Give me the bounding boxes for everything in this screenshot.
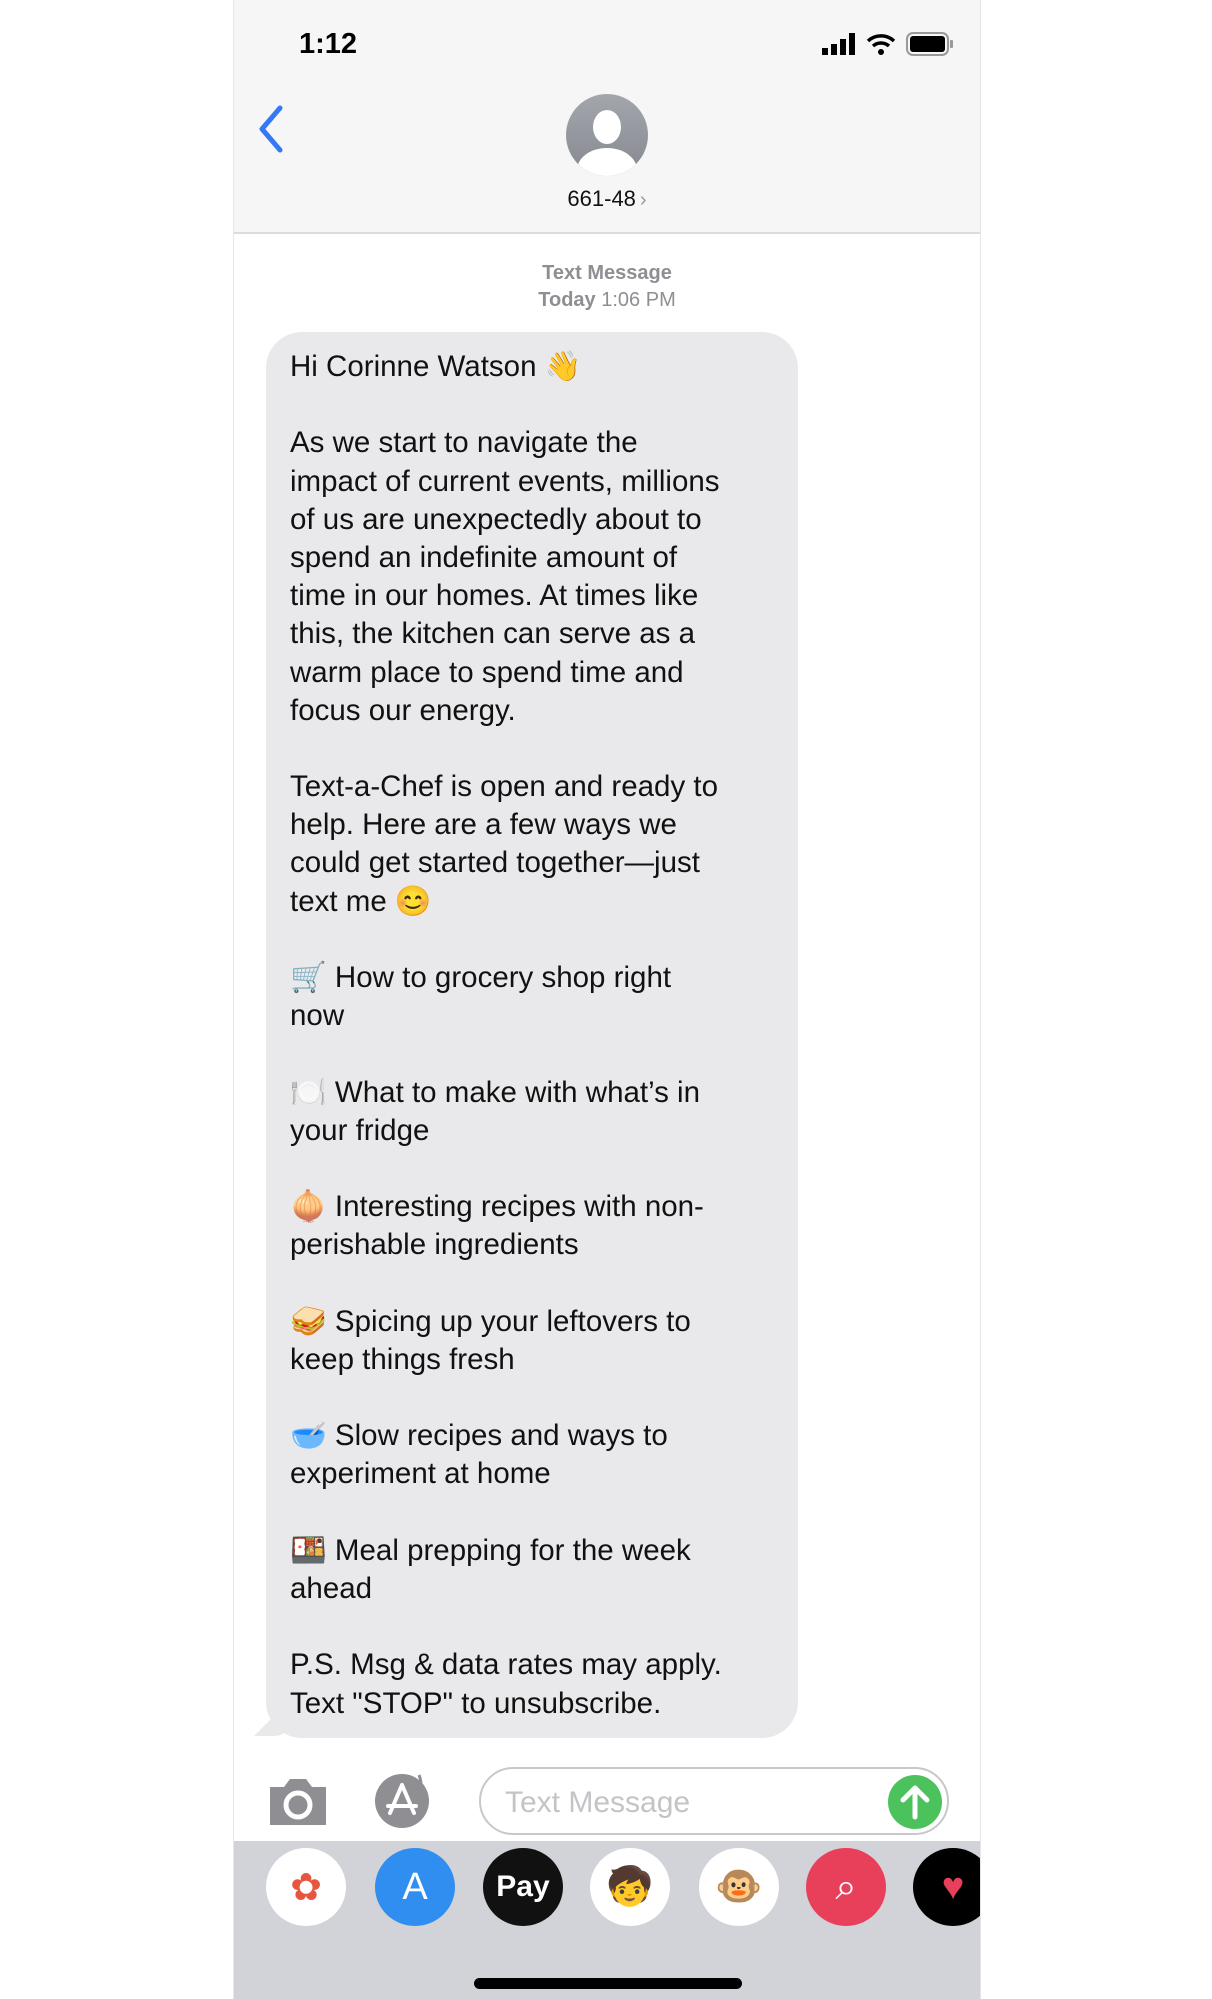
message-timestamp: Text Message Today 1:06 PM bbox=[234, 260, 980, 314]
message-line: now bbox=[290, 999, 345, 1033]
message-line: help. Here are a few ways we bbox=[290, 808, 677, 842]
message-line: warm place to spend time and bbox=[290, 655, 684, 689]
drawer-app-digital-touch[interactable]: ♥ bbox=[913, 1848, 980, 1926]
message-line: 🥪 Spicing up your leftovers to bbox=[290, 1304, 691, 1338]
memoji-icon: 🧒 bbox=[606, 1866, 654, 1908]
drawer-app-apple-pay[interactable]: Pay bbox=[483, 1848, 563, 1926]
service-label: Text Message bbox=[542, 262, 672, 284]
contact-name-button[interactable]: 661-48 › bbox=[234, 186, 980, 212]
composer: Text Message bbox=[234, 1765, 980, 1837]
app-drawer: ✿ A Pay 🧒 🐵 ⌕ ♥ bbox=[234, 1841, 980, 1999]
message-line: Text-a-Chef is open and ready to bbox=[290, 770, 718, 804]
apple-pay-icon: Pay bbox=[496, 1870, 550, 1903]
send-button[interactable] bbox=[888, 1775, 942, 1829]
message-line: 🧅 Interesting recipes with non- bbox=[290, 1190, 704, 1224]
message-line: keep things fresh bbox=[290, 1342, 515, 1376]
message-bubble[interactable]: Hi Corinne Watson 👋 As we start to naviga… bbox=[266, 332, 798, 1738]
message-line: this, the kitchen can serve as a bbox=[290, 617, 696, 651]
message-line: your fridge bbox=[290, 1113, 430, 1147]
person-icon bbox=[577, 110, 637, 176]
drawer-app-app-store[interactable]: A bbox=[375, 1848, 455, 1926]
search-images-icon: ⌕ bbox=[835, 1865, 857, 1908]
message-line: could get started together—just bbox=[290, 846, 700, 880]
drawer-app-search-images[interactable]: ⌕ bbox=[806, 1848, 886, 1926]
message-line: Hi Corinne Watson 👋 bbox=[290, 350, 582, 383]
digital-touch-icon: ♥ bbox=[941, 1865, 965, 1908]
message-line: ahead bbox=[290, 1572, 373, 1605]
battery-icon bbox=[906, 32, 953, 56]
signal-icon bbox=[822, 33, 855, 55]
timestamp-day: Today bbox=[538, 289, 596, 311]
conversation-header: 1:12 661-48 › bbox=[234, 0, 980, 234]
message-line: of us are unexpectedly about to bbox=[290, 502, 702, 536]
message-input-placeholder: Text Message bbox=[505, 1786, 691, 1819]
message-line: text me 😊 bbox=[290, 884, 432, 918]
chevron-left-icon bbox=[259, 105, 283, 153]
message-line: 🛒 How to grocery shop right bbox=[290, 961, 672, 994]
timestamp-time: 1:06 PM bbox=[601, 289, 676, 311]
drawer-app-animoji[interactable]: 🐵 bbox=[699, 1848, 779, 1926]
message-line: Text "STOP" to unsubscribe. bbox=[290, 1686, 662, 1720]
photos-icon: ✿ bbox=[290, 1866, 322, 1909]
status-time: 1:12 bbox=[299, 28, 358, 60]
animoji-icon: 🐵 bbox=[715, 1866, 763, 1908]
drawer-app-memoji[interactable]: 🧒 bbox=[590, 1848, 670, 1926]
message-line: 🍽️ What to make with what’s in bbox=[290, 1075, 701, 1109]
message-line: time in our homes. At times like bbox=[290, 579, 699, 613]
message-input[interactable]: Text Message bbox=[479, 1767, 949, 1835]
messages-screen: 1:12 661-48 › Text Message Today 1:06 PM … bbox=[233, 0, 981, 1999]
camera-icon bbox=[270, 1779, 326, 1825]
home-indicator[interactable] bbox=[474, 1978, 742, 1989]
message-line: perishable ingredients bbox=[290, 1228, 579, 1262]
back-button[interactable] bbox=[256, 104, 286, 159]
app-store-icon bbox=[375, 1774, 429, 1828]
message-line: focus our energy. bbox=[290, 693, 516, 727]
avatar[interactable] bbox=[566, 94, 648, 176]
wifi-icon bbox=[866, 34, 896, 55]
app-store-icon: A bbox=[402, 1865, 428, 1908]
drawer-app-photos[interactable]: ✿ bbox=[266, 1848, 346, 1926]
message-line: experiment at home bbox=[290, 1457, 551, 1491]
chevron-right-icon: › bbox=[639, 189, 647, 211]
app-store-button[interactable] bbox=[374, 1773, 446, 1834]
camera-button[interactable] bbox=[266, 1773, 330, 1834]
status-icons bbox=[822, 32, 954, 56]
message-line: impact of current events, millions bbox=[290, 464, 720, 498]
message-line: P.S. Msg & data rates may apply. bbox=[290, 1648, 722, 1682]
message-line: 🥣 Slow recipes and ways to bbox=[290, 1419, 668, 1453]
message-line: spend an indefinite amount of bbox=[290, 540, 678, 574]
message-line: As we start to navigate the bbox=[290, 426, 638, 460]
message-line: 🍱 Meal prepping for the week bbox=[290, 1533, 691, 1567]
arrow-up-icon bbox=[900, 1785, 930, 1820]
contact-name: 661-48 bbox=[567, 186, 636, 211]
